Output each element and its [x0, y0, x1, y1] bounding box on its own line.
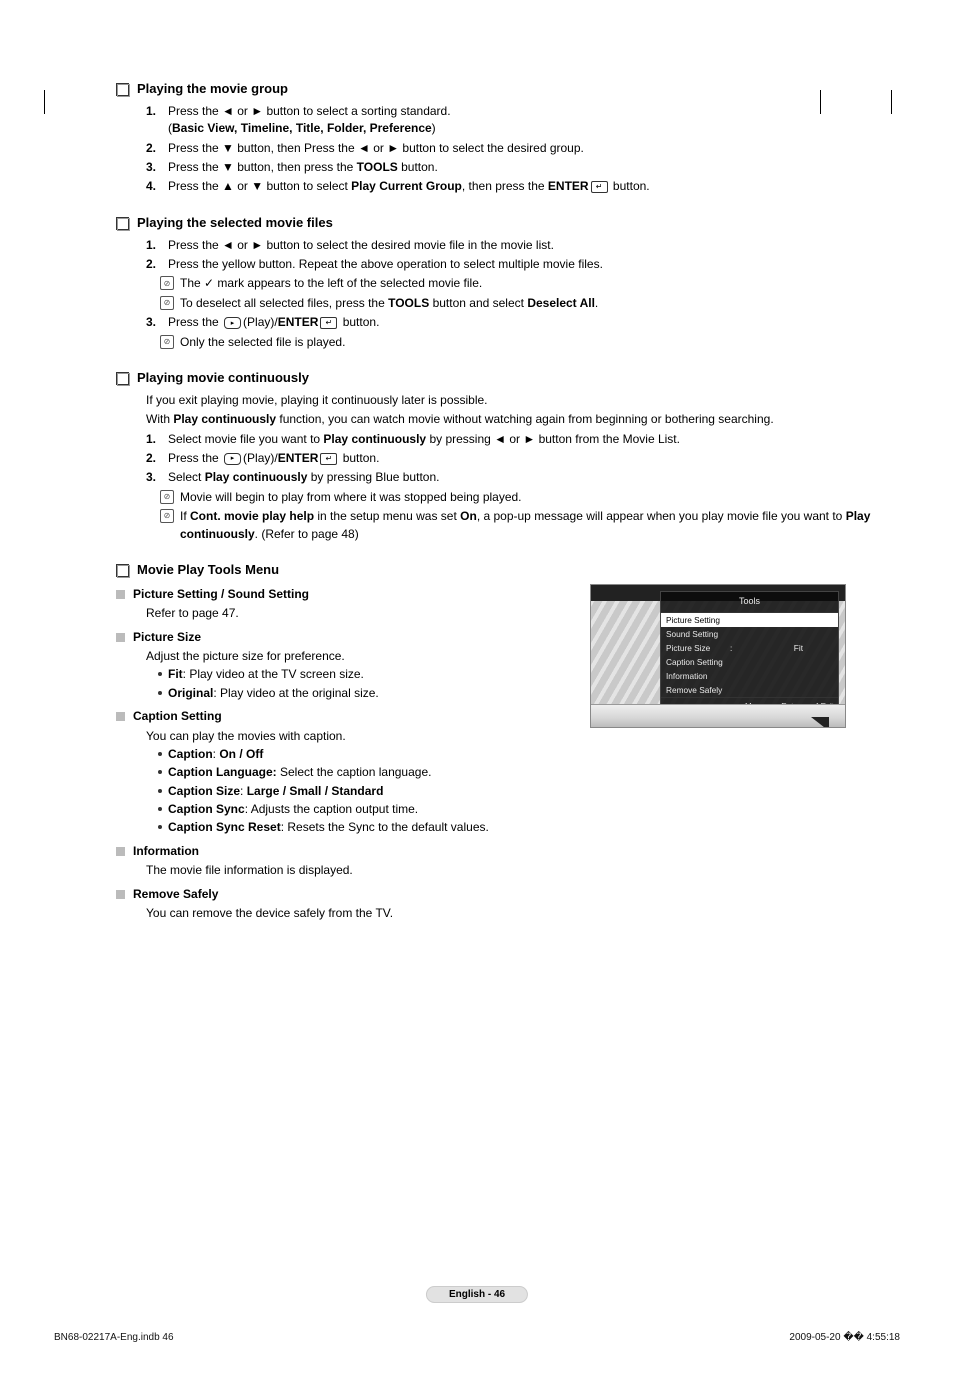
- bullet-text: Caption Language: Select the caption lan…: [168, 764, 431, 781]
- enter-icon: ↵: [320, 453, 337, 465]
- tools-row: Picture Size: Fit: [661, 641, 838, 655]
- square-bullet-icon: [116, 633, 125, 642]
- step-text: Press the ▸(Play)/ENTER↵ button.: [168, 314, 379, 331]
- enter-icon: ↵: [591, 181, 608, 193]
- step-text: Press the ◄ or ► button to select the de…: [168, 237, 554, 254]
- item-title: Picture Size: [133, 629, 201, 646]
- note-text: Movie will begin to play from where it w…: [180, 489, 522, 506]
- note-icon: ⊘: [160, 509, 174, 523]
- step-text: Press the ▸(Play)/ENTER↵ button.: [168, 450, 379, 467]
- play-icon: ▸: [224, 453, 241, 465]
- box-icon: [116, 372, 129, 385]
- note-icon: ⊘: [160, 276, 174, 290]
- intro-text: If you exit playing movie, playing it co…: [116, 392, 874, 409]
- note-icon: ⊘: [160, 296, 174, 310]
- square-bullet-icon: [116, 590, 125, 599]
- tools-row: Remove Safely: [661, 683, 838, 697]
- bullet-text: Caption Size: Large / Small / Standard: [168, 783, 383, 800]
- section-playing-movie-continuously: Playing movie continuously If you exit p…: [116, 369, 874, 543]
- play-icon: ▸: [224, 317, 241, 329]
- bullet-text: Caption: On / Off: [168, 746, 263, 763]
- note-text: If Cont. movie play help in the setup me…: [180, 508, 874, 543]
- tools-row-selected: Picture Setting: [661, 613, 838, 627]
- note-text: To deselect all selected files, press th…: [180, 295, 598, 312]
- bullet-text: Caption Sync: Adjusts the caption output…: [168, 801, 418, 818]
- box-icon: [116, 564, 129, 577]
- tools-menu-figure: Tools Picture Setting Sound Setting Pict…: [590, 584, 846, 728]
- section-title: Movie Play Tools Menu: [137, 561, 279, 580]
- tools-row: Sound Setting: [661, 627, 838, 641]
- step-text: Press the ▼ button, then Press the ◄ or …: [168, 140, 584, 157]
- square-bullet-icon: [116, 890, 125, 899]
- step-text: Select Play continuously by pressing Blu…: [168, 469, 439, 486]
- section-movie-play-tools-menu: Movie Play Tools Menu Tools Picture Sett…: [116, 561, 874, 923]
- tools-panel-title: Tools: [661, 592, 838, 613]
- crop-mark: [30, 90, 45, 114]
- footer-left: BN68-02217A-Eng.indb 46: [54, 1332, 174, 1343]
- item-title: Information: [133, 843, 199, 860]
- playback-timeline: [591, 704, 845, 727]
- square-bullet-icon: [116, 847, 125, 856]
- item-body: You can remove the device safely from th…: [116, 905, 874, 922]
- enter-icon: ↵: [320, 317, 337, 329]
- footer-line: BN68-02217A-Eng.indb 46 2009-05-20 �� 4:…: [54, 1332, 900, 1343]
- page-content: Playing the movie group 1. Press the ◄ o…: [116, 80, 874, 923]
- tools-row: Caption Setting: [661, 655, 838, 669]
- square-bullet-icon: [116, 712, 125, 721]
- step-text: Press the ◄ or ► button to select a sort…: [168, 103, 451, 138]
- note-text: The ✓ mark appears to the left of the se…: [180, 275, 482, 292]
- section-title: Playing the movie group: [137, 80, 288, 99]
- step-text: Press the ▼ button, then press the TOOLS…: [168, 159, 438, 176]
- item-body: The movie file information is displayed.: [116, 862, 874, 879]
- intro-text: With Play continuously function, you can…: [116, 411, 874, 428]
- tools-panel: Tools Picture Setting Sound Setting Pict…: [660, 591, 839, 718]
- crop-mark: [820, 90, 892, 114]
- step-text: Press the ▲ or ▼ button to select Play C…: [168, 178, 650, 195]
- item-title: Remove Safely: [133, 886, 218, 903]
- step-text: Select movie file you want to Play conti…: [168, 431, 680, 448]
- section-playing-selected-movie-files: Playing the selected movie files 1.Press…: [116, 214, 874, 351]
- note-icon: ⊘: [160, 335, 174, 349]
- footer-right: 2009-05-20 �� 4:55:18: [789, 1332, 900, 1343]
- box-icon: [116, 217, 129, 230]
- bullet-text: Caption Sync Reset: Resets the Sync to t…: [168, 819, 489, 836]
- tools-row: Information: [661, 669, 838, 683]
- box-icon: [116, 83, 129, 96]
- item-title: Picture Setting / Sound Setting: [133, 586, 309, 603]
- page-number-pill: English - 46: [426, 1286, 528, 1303]
- item-title: Caption Setting: [133, 708, 222, 725]
- bullet-text: Fit: Play video at the TV screen size.: [168, 666, 364, 683]
- item-body: You can play the movies with caption.: [116, 728, 874, 745]
- section-title: Playing the selected movie files: [137, 214, 333, 233]
- step-text: Press the yellow button. Repeat the abov…: [168, 256, 603, 273]
- note-icon: ⊘: [160, 490, 174, 504]
- section-title: Playing movie continuously: [137, 369, 309, 388]
- section-playing-movie-group: Playing the movie group 1. Press the ◄ o…: [116, 80, 874, 196]
- note-text: Only the selected file is played.: [180, 334, 345, 351]
- bullet-text: Original: Play video at the original siz…: [168, 685, 379, 702]
